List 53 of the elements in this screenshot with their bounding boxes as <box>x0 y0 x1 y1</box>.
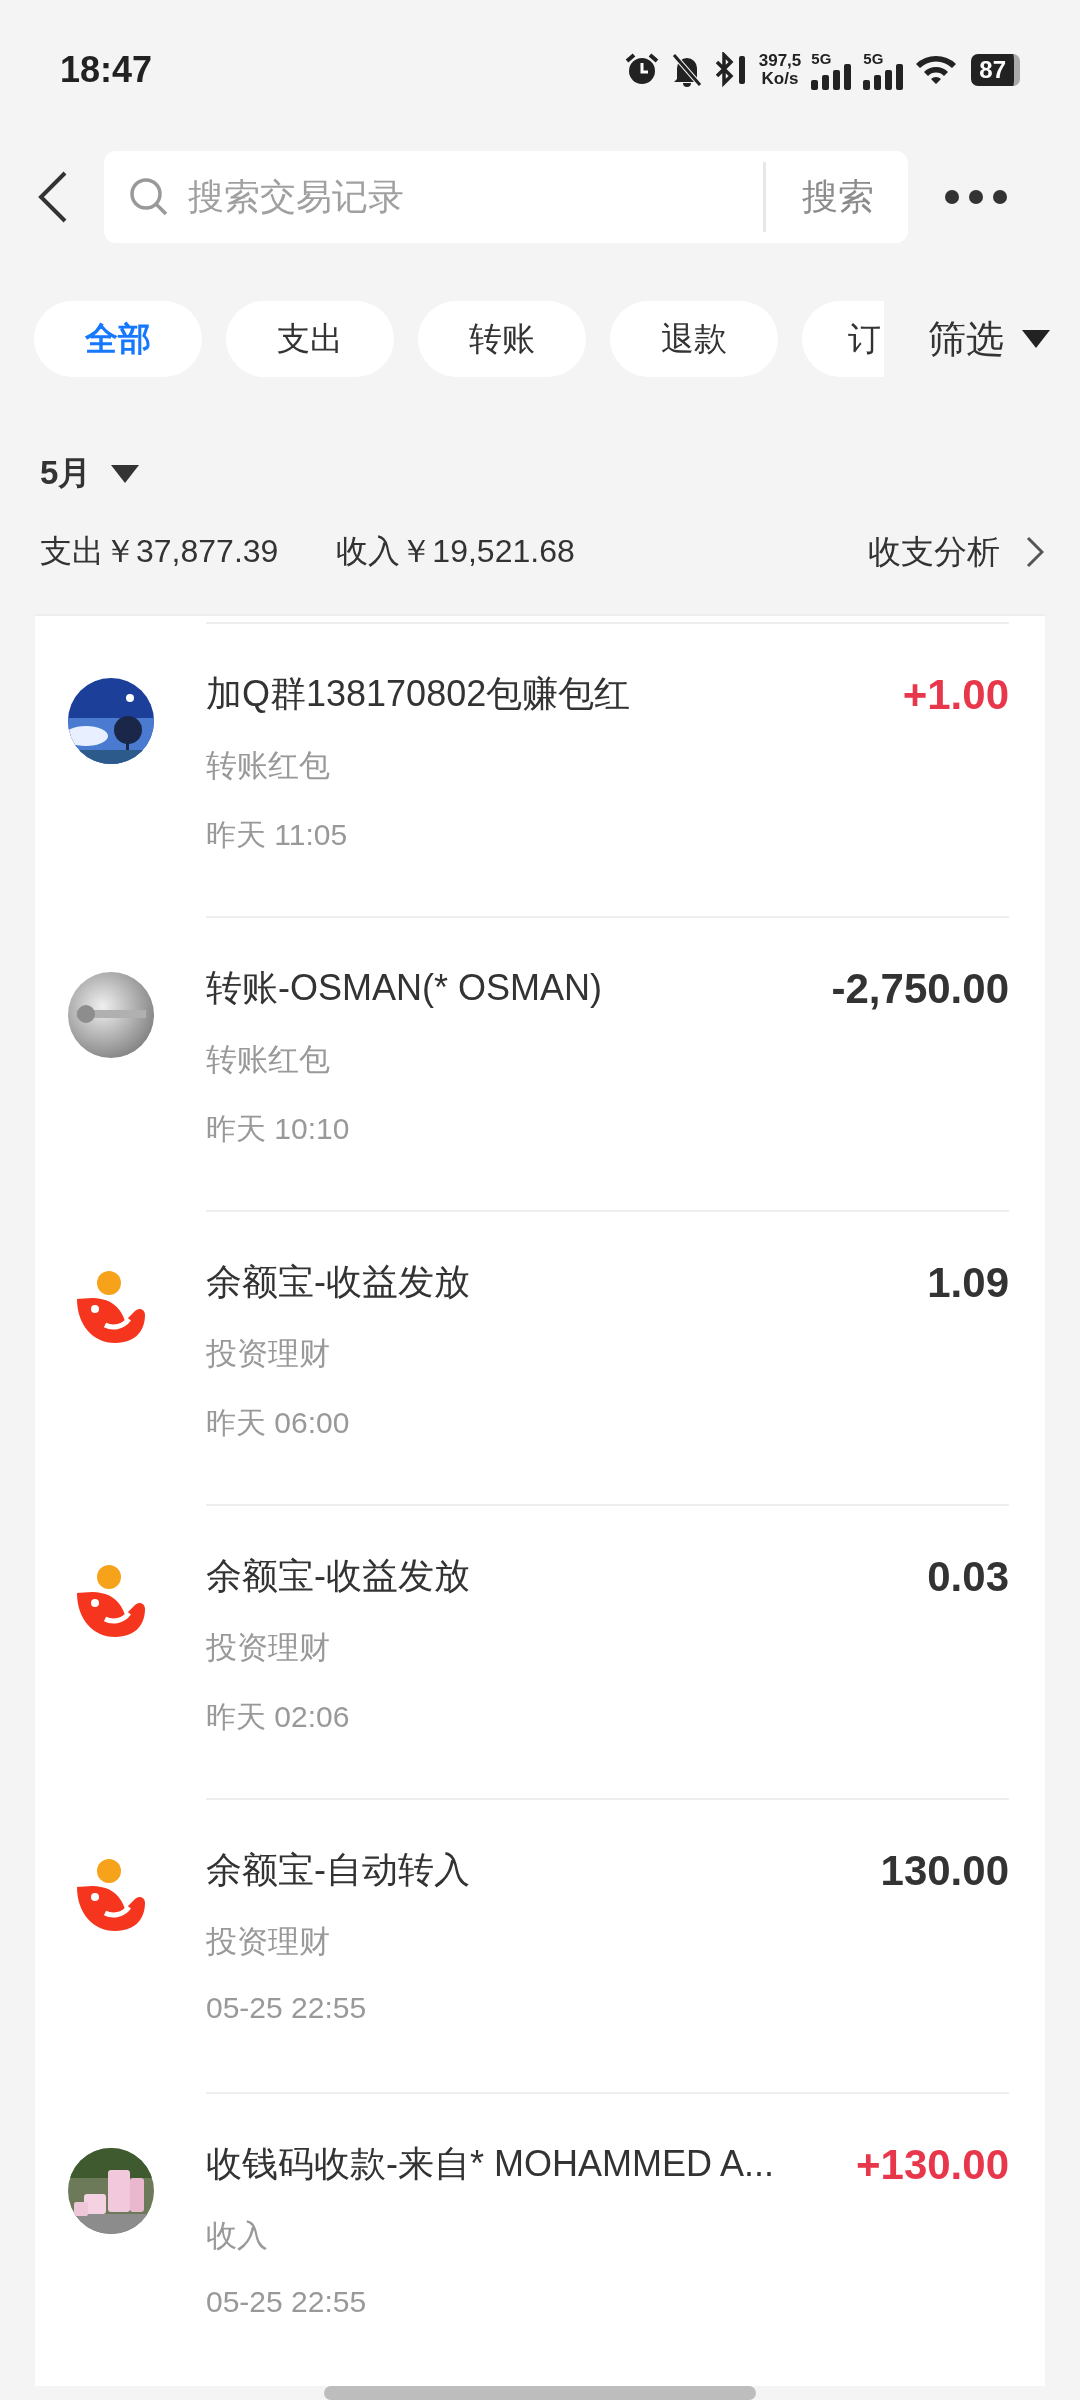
transaction-category: 投资理财 <box>206 1923 331 1961</box>
signal-icon <box>863 63 906 90</box>
transaction-category: 投资理财 <box>206 1629 331 1667</box>
transaction-item[interactable]: 加Q群138170802包赚包红 +1.00 转账红包 昨天 11:05 <box>35 622 1045 916</box>
transaction-item[interactable]: 余额宝-收益发放 0.03 投资理财 昨天 02:06 <box>35 1504 1045 1798</box>
transaction-amount: 1.09 <box>927 1258 1009 1307</box>
transaction-time: 05-25 22:55 <box>206 1991 368 2025</box>
transaction-time: 昨天 11:05 <box>206 817 349 853</box>
transaction-title: 收钱码收款-来自* MOHAMMED A... <box>206 2142 775 2186</box>
month-selector[interactable]: 5月 <box>40 451 140 497</box>
transaction-title: 余额宝-收益发放 <box>206 1260 470 1304</box>
transaction-amount: -2,750.00 <box>831 964 1009 1013</box>
signal-icon <box>811 63 854 90</box>
bell-muted-icon <box>670 51 703 88</box>
filter-tab[interactable]: 订 <box>802 301 884 378</box>
transaction-amount: +1.00 <box>902 670 1009 719</box>
transaction-item[interactable]: 余额宝-自动转入 130.00 投资理财 05-25 22:55 <box>35 1798 1045 2092</box>
transaction-item[interactable]: 收钱码收款-来自* MOHAMMED A... +130.00 收入 05-25 22:55 <box>35 2092 1045 2386</box>
status-time: 18:47 <box>60 48 153 91</box>
income-total: 收入￥19,521.68 <box>336 532 575 572</box>
transaction-item[interactable]: 余额宝-收益发放 1.09 投资理财 昨天 06:00 <box>35 1210 1045 1504</box>
transaction-title: 转账-OSMAN(* OSMAN) <box>206 966 602 1010</box>
filter-tab[interactable]: 转账 <box>418 301 586 378</box>
expense-total: 支出￥37,877.39 <box>40 532 279 572</box>
chevron-icon <box>1026 536 1044 569</box>
transaction-amount: +130.00 <box>856 2140 1009 2189</box>
battery-indicator: 87 <box>971 53 1020 86</box>
more-icon[interactable] <box>944 189 1008 206</box>
transaction-category: 转账红包 <box>206 747 331 785</box>
transaction-category: 投资理财 <box>206 1335 331 1373</box>
caret-icon <box>111 464 140 483</box>
filter-tab[interactable]: 支出 <box>226 301 394 378</box>
network-speed-unit: Ko/s <box>761 69 799 88</box>
transaction-title: 余额宝-自动转入 <box>206 1848 470 1892</box>
back-icon[interactable] <box>38 171 68 224</box>
transaction-time: 昨天 10:10 <box>206 1111 351 1147</box>
transaction-time: 05-25 22:55 <box>206 2285 368 2319</box>
network-speed: 397,5 <box>758 51 802 70</box>
analysis-link[interactable]: 收支分析 <box>868 529 1044 575</box>
network-type: 5G <box>811 49 832 67</box>
filter-tab[interactable]: 退款 <box>610 301 778 378</box>
caret-icon <box>1022 330 1050 349</box>
transaction-title: 加Q群138170802包赚包红 <box>206 672 631 716</box>
transaction-category: 转账红包 <box>206 1041 331 1079</box>
transaction-amount: 0.03 <box>927 1552 1009 1601</box>
transaction-title: 余额宝-收益发放 <box>206 1554 470 1598</box>
transaction-amount: 130.00 <box>880 1846 1009 1895</box>
network-type: 5G <box>863 49 884 67</box>
transaction-item[interactable]: 转账-OSMAN(* OSMAN) -2,750.00 转账红包 昨天 10:10 <box>35 916 1045 1210</box>
transaction-time: 昨天 02:06 <box>206 1699 351 1735</box>
filter-tab[interactable]: 全部 <box>34 301 202 378</box>
transaction-category: 收入 <box>206 2217 269 2255</box>
transaction-time: 昨天 06:00 <box>206 1405 351 1441</box>
